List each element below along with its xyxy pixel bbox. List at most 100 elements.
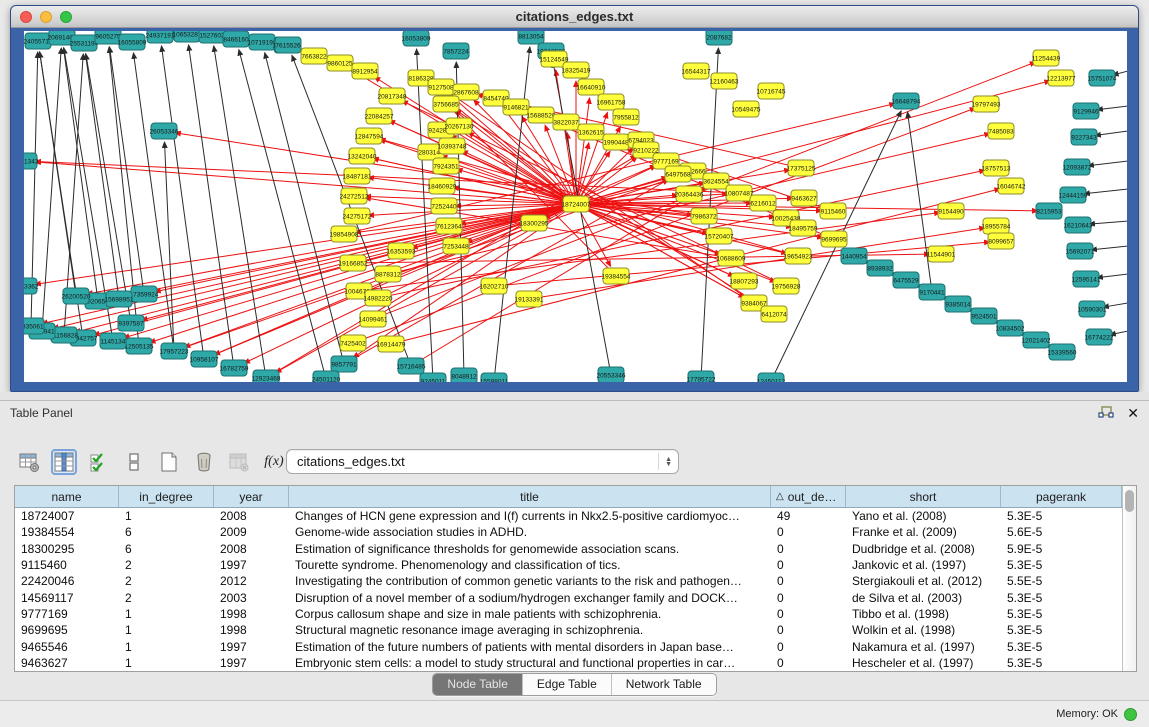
- row-height-button[interactable]: [121, 449, 147, 475]
- graph-node-label: 16544317: [682, 68, 711, 75]
- table-row[interactable]: 977716911998Corpus callosum shape and si…: [15, 606, 1122, 622]
- graph-node-label: 7986372: [691, 213, 717, 220]
- graph-node-label: 10653287: [173, 31, 202, 38]
- graph-node-label: 11544901: [927, 251, 956, 258]
- table-cell: 6: [119, 541, 214, 557]
- graph-node-label: 19133391: [515, 296, 544, 303]
- table-cell: 1: [119, 606, 214, 622]
- tab-network-table[interactable]: Network Table: [612, 674, 716, 695]
- table-cell: Investigating the contribution of common…: [289, 573, 771, 589]
- table-row[interactable]: 911546021997Tourette syndrome. Phenomeno…: [15, 557, 1122, 573]
- table-panel: Table Panel ✕: [0, 400, 1149, 700]
- graph-node-label: 24937191: [146, 32, 175, 39]
- table-row[interactable]: 969969511998Structural magnetic resonanc…: [15, 622, 1122, 638]
- graph-node-label: 7253448: [443, 243, 469, 250]
- edge: [133, 53, 174, 351]
- edge: [1089, 221, 1127, 224]
- table-row[interactable]: 946554611997Estimation of the future num…: [15, 638, 1122, 654]
- close-window-button[interactable]: [20, 11, 32, 23]
- graph-node-label: 2087682: [706, 34, 732, 41]
- table-selector-value: citations_edges.txt: [297, 454, 658, 469]
- graph-node-label: 12505135: [125, 343, 154, 350]
- table-row[interactable]: 2242004622012Investigating the contribut…: [15, 573, 1122, 589]
- table-row[interactable]: 1830029562008Estimation of significance …: [15, 541, 1122, 557]
- show-columns-button[interactable]: [51, 449, 77, 475]
- panel-divider[interactable]: ▴: [0, 392, 1149, 400]
- column-header-year[interactable]: year: [214, 486, 289, 507]
- function-builder-button[interactable]: f(x): [261, 449, 287, 475]
- graph-node-label: 1990448: [603, 139, 629, 146]
- table-cell: 49: [771, 508, 846, 524]
- graph-node-label: 9397587: [118, 320, 144, 327]
- column-header-title[interactable]: title: [289, 486, 771, 507]
- graph-node-label: 16202710: [480, 283, 509, 290]
- table-cell: 2009: [214, 524, 289, 540]
- table-cell: 0: [771, 606, 846, 622]
- graph-node-label: 9115460: [821, 208, 846, 215]
- graph-node-label: 12213977: [1047, 75, 1076, 82]
- graph-node-label: 7955812: [613, 114, 639, 121]
- table-cell: 9699695: [15, 622, 119, 638]
- column-header-label: title: [520, 490, 539, 504]
- table-cell: Stergiakouli et al. (2012): [846, 573, 1001, 589]
- table-panel-title: Table Panel: [10, 406, 73, 420]
- graph-node-label: 15720407: [705, 233, 734, 240]
- import-table-button[interactable]: [226, 449, 252, 475]
- graph-node-label: 15598011: [480, 378, 509, 382]
- table-cell: 1998: [214, 606, 289, 622]
- column-header-out_de[interactable]: △out_de…: [771, 486, 846, 507]
- tab-edge-table[interactable]: Edge Table: [523, 674, 612, 695]
- close-panel-icon[interactable]: ✕: [1127, 406, 1139, 420]
- graph-node-label: 25531194: [70, 40, 99, 47]
- column-header-pagerank[interactable]: pagerank: [1001, 486, 1122, 507]
- table-row[interactable]: 1456911722003Disruption of a novel membe…: [15, 589, 1122, 605]
- graph-node-label: 12093872: [1063, 164, 1092, 171]
- graph-node-label: 18724007: [562, 201, 591, 208]
- graph-node-label: 18955784: [982, 223, 1011, 230]
- graph-node-label: 12923468: [252, 375, 281, 382]
- table-mode-button[interactable]: [16, 449, 42, 475]
- float-panel-icon[interactable]: [1097, 405, 1115, 421]
- table-header-row: namein_degreeyear title △out_de…shortpager…: [15, 486, 1122, 508]
- table-cell: Corpus callosum shape and size in male p…: [289, 606, 771, 622]
- graph-node-label: 8215953: [1036, 208, 1062, 215]
- minimize-window-button[interactable]: [40, 11, 52, 23]
- table-row[interactable]: 1872400712008Changes of HCN gene express…: [15, 508, 1122, 524]
- window-titlebar[interactable]: citations_edges.txt: [11, 6, 1138, 28]
- scrollbar-thumb[interactable]: [1125, 490, 1134, 512]
- column-header-short[interactable]: short: [846, 486, 1001, 507]
- table-cell: 2003: [214, 589, 289, 605]
- zoom-window-button[interactable]: [60, 11, 72, 23]
- graph-node-label: 1145134: [101, 338, 126, 345]
- table-cell: 0: [771, 622, 846, 638]
- tab-node-table[interactable]: Node Table: [433, 674, 523, 695]
- new-column-button[interactable]: [156, 449, 182, 475]
- graph-node-label: 18487181: [343, 173, 372, 180]
- table-cell: 1997: [214, 655, 289, 671]
- table-scrollbar[interactable]: [1122, 486, 1136, 671]
- column-header-name[interactable]: name: [15, 486, 119, 507]
- edge: [239, 50, 326, 379]
- delete-column-button[interactable]: [191, 449, 217, 475]
- table-cell: 6: [119, 524, 214, 540]
- graph-node-label: 9777169: [653, 158, 679, 165]
- table-cell: 1997: [214, 638, 289, 654]
- memory-status-label: Memory: OK: [1056, 708, 1118, 720]
- table-cell: Yano et al. (2008): [846, 508, 1001, 524]
- graph-node-label: 19854908: [330, 231, 359, 238]
- graph-node-label: 7612364: [436, 223, 462, 230]
- citation-edge: [174, 175, 683, 351]
- table-cell: 5.3E-5: [1001, 589, 1122, 605]
- network-graph: 2405571220691406255311949605275160558092…: [24, 31, 1127, 382]
- table-selector-dropdown[interactable]: citations_edges.txt ▲▼: [286, 449, 679, 474]
- table-cell: Genome-wide association studies in ADHD.: [289, 524, 771, 540]
- table-row[interactable]: 946362711997Embryonic stem cells: a mode…: [15, 655, 1122, 671]
- select-columns-button[interactable]: [86, 449, 112, 475]
- network-canvas[interactable]: 2405571220691406255311949605275160558092…: [24, 31, 1127, 382]
- graph-node-label: 18460929: [428, 183, 457, 190]
- edge: [907, 112, 932, 292]
- table-row[interactable]: 1938455462009Genome-wide association stu…: [15, 524, 1122, 540]
- graph-node-label: 3624554: [703, 178, 729, 185]
- table-cell: de Silva et al. (2003): [846, 589, 1001, 605]
- column-header-in_degree[interactable]: in_degree: [119, 486, 214, 507]
